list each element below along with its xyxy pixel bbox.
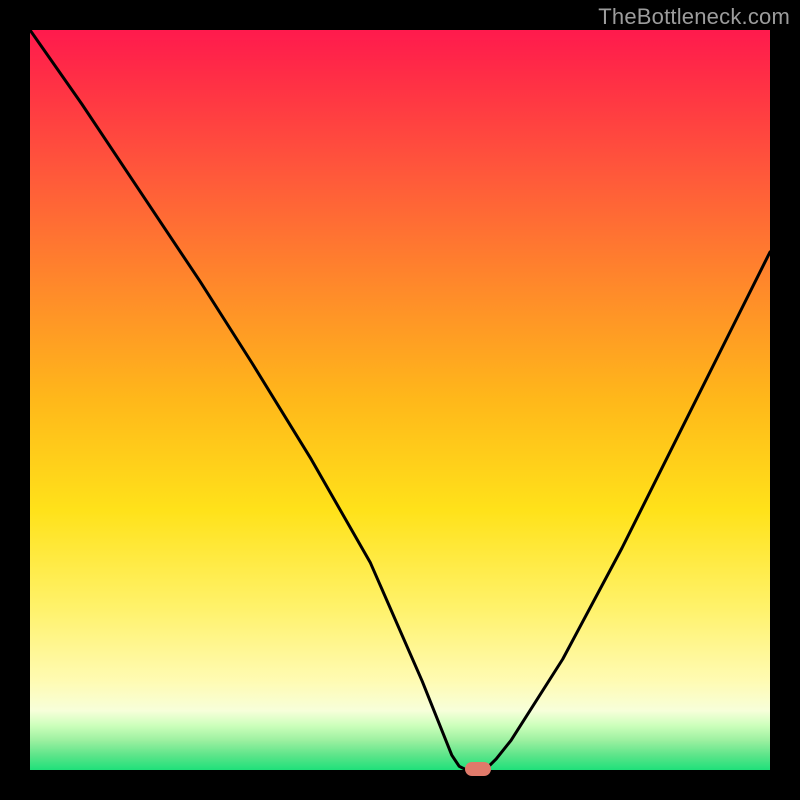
watermark: TheBottleneck.com	[598, 4, 790, 30]
plot-gradient-background	[30, 30, 770, 770]
chart-frame: TheBottleneck.com	[0, 0, 800, 800]
